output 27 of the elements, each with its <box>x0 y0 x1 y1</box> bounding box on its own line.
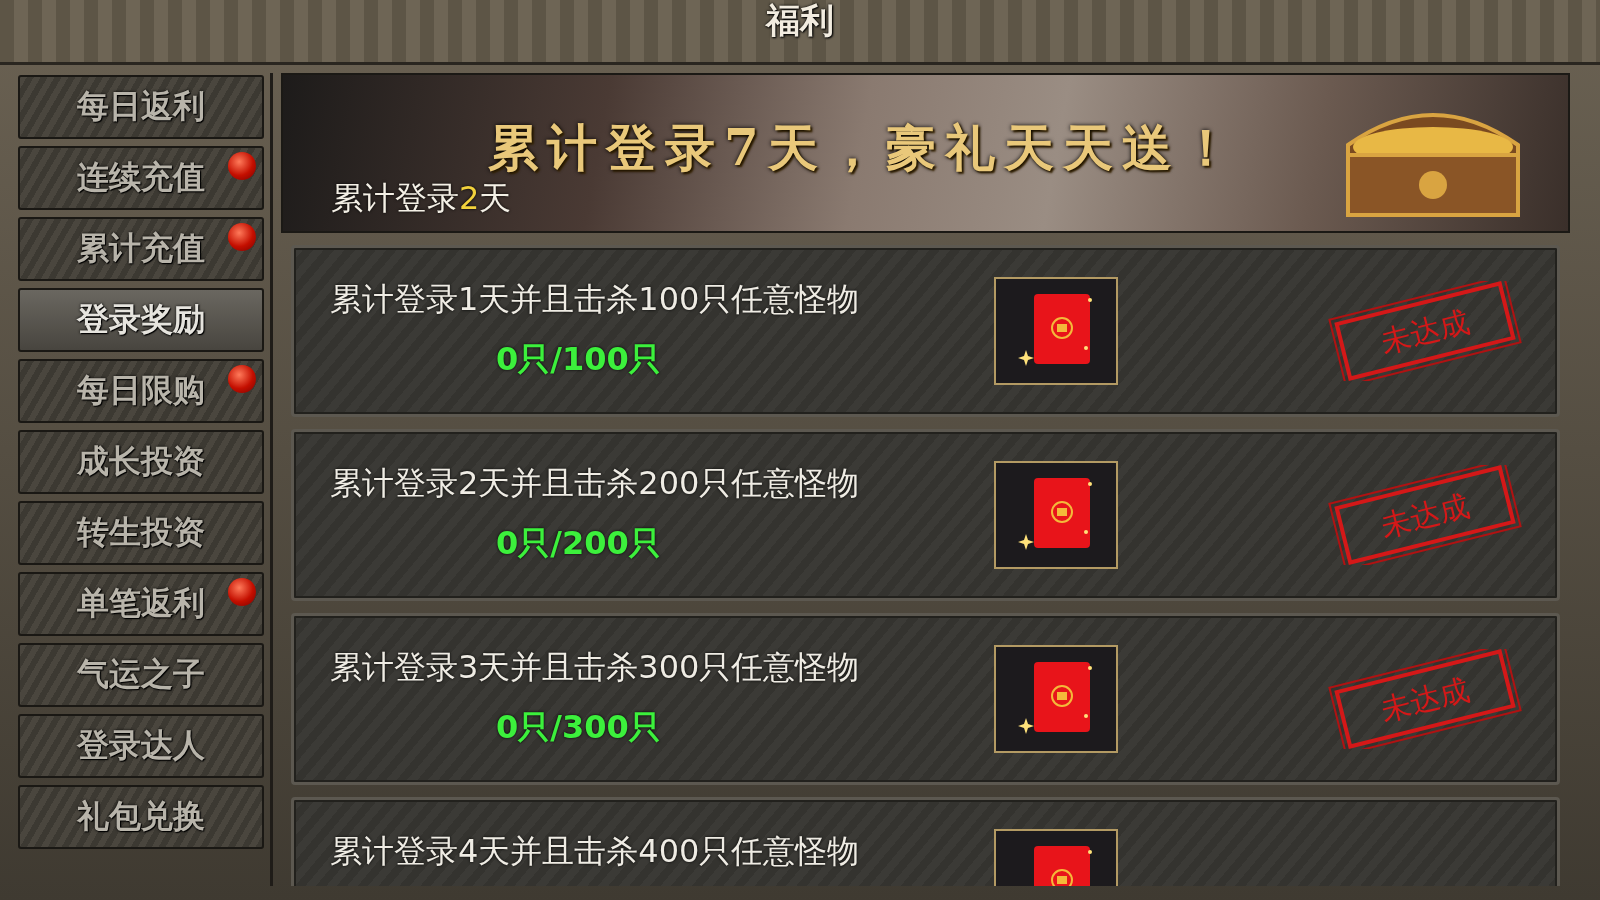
banner-title: 累计登录7天，豪礼天天送！ <box>488 117 1240 179</box>
sidebar-tab[interactable]: 连续充值 <box>18 146 264 210</box>
kill-count-text: 0只/200只 <box>495 523 662 564</box>
reward-slot[interactable] <box>994 645 1118 753</box>
window-title: 福利 <box>766 0 834 40</box>
task-description: 累计登录2天并且击杀200只任意怪物 <box>330 463 861 504</box>
sidebar-tab[interactable]: 礼包兑换 <box>18 785 264 849</box>
reward-slot[interactable] <box>994 277 1118 385</box>
task-description: 累计登录4天并且击杀400只任意怪物 <box>330 831 861 872</box>
task-description: 累计登录3天并且击杀300只任意怪物 <box>330 647 861 688</box>
status-stamp: 未达成 <box>1327 281 1523 381</box>
sidebar-tab[interactable]: 每日限购 <box>18 359 264 423</box>
sidebar-tab[interactable]: 气运之子 <box>18 643 264 707</box>
sidebar-tab[interactable]: 转生投资 <box>18 501 264 565</box>
sidebar-tab[interactable]: 登录奖励 <box>18 288 264 352</box>
kill-count-text: 0只/100只 <box>495 339 662 380</box>
sidebar-tab[interactable]: 每日返利 <box>18 75 264 139</box>
task-description: 累计登录1天并且击杀100只任意怪物 <box>330 279 861 320</box>
status-stamp: 未达成 <box>1327 465 1523 565</box>
login-count-text: 累计登录2天 <box>331 178 513 219</box>
sidebar-tab[interactable]: 成长投资 <box>18 430 264 494</box>
sidebar-tab[interactable]: 累计充值 <box>18 217 264 281</box>
sidebar-tab[interactable]: 登录达人 <box>18 714 264 778</box>
status-stamp: 未达成 <box>1327 649 1523 749</box>
kill-count-text: 0只/300只 <box>495 707 662 748</box>
reward-slot[interactable] <box>994 461 1118 569</box>
sidebar-tab[interactable]: 单笔返利 <box>18 572 264 636</box>
